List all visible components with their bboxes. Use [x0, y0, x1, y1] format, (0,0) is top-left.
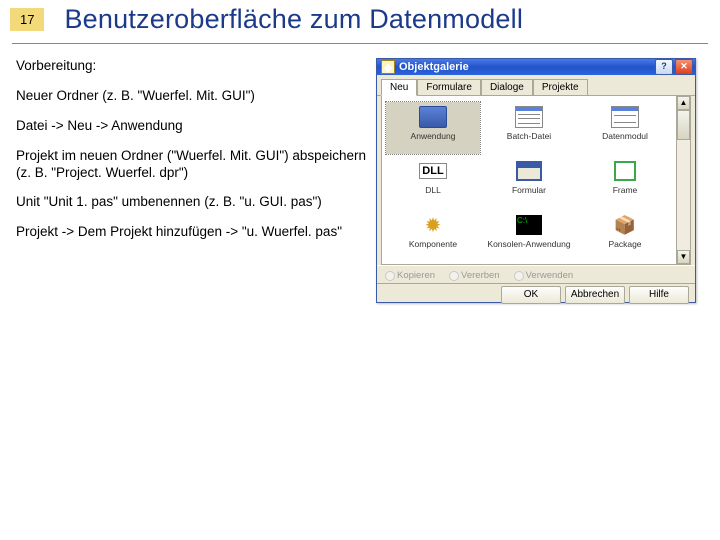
scroll-down-button[interactable]: ▼ — [677, 250, 690, 264]
tab-projekte[interactable]: Projekte — [533, 79, 588, 95]
step-5: Projekt -> Dem Projekt hinzufügen -> "u.… — [16, 224, 366, 241]
dialog-titlebar[interactable]: ◆ Objektgalerie ? ✕ — [377, 59, 695, 75]
app-icon: ◆ — [381, 60, 395, 74]
steps-column: Vorbereitung: Neuer Ordner (z. B. "Wuerf… — [16, 58, 366, 303]
gallery-item-anwendung[interactable]: Anwendung — [386, 102, 480, 154]
scroll-track[interactable] — [677, 140, 690, 250]
slide-header: 17 Benutzeroberfläche zum Datenmodell — [0, 0, 720, 43]
slide-title: Benutzeroberfläche zum Datenmodell — [64, 4, 523, 35]
tab-formulare[interactable]: Formulare — [417, 79, 481, 95]
dialog-button-row: OK Abbrechen Hilfe — [377, 283, 695, 310]
dll-icon: DLL — [418, 158, 448, 184]
frame-icon — [610, 158, 640, 184]
gallery-item-datenmodul[interactable]: Datenmodul — [578, 102, 672, 154]
gallery-scrollbar[interactable]: ▲ ▼ — [676, 96, 690, 264]
gallery-item-batch[interactable]: Batch-Datei — [482, 102, 576, 154]
tab-dialoge[interactable]: Dialoge — [481, 79, 533, 95]
data-module-icon — [610, 104, 640, 130]
scroll-thumb[interactable] — [677, 110, 690, 140]
gallery-grid: Anwendung Batch-Datei Datenmodul DLL DLL… — [382, 96, 676, 264]
steps-heading: Vorbereitung: — [16, 58, 366, 75]
gallery-item-package[interactable]: 📦 Package — [578, 210, 672, 262]
step-2: Datei -> Neu -> Anwendung — [16, 118, 366, 135]
radio-verwenden[interactable]: Verwenden — [514, 270, 574, 281]
object-gallery-dialog: ◆ Objektgalerie ? ✕ Neu Formulare Dialog… — [376, 58, 696, 303]
package-icon: 📦 — [610, 212, 640, 238]
gallery-item-frame[interactable]: Frame — [578, 156, 672, 208]
divider — [12, 43, 708, 44]
radio-kopieren[interactable]: Kopieren — [385, 270, 435, 281]
gallery-item-dll[interactable]: DLL DLL — [386, 156, 480, 208]
cancel-button[interactable]: Abbrechen — [565, 286, 625, 304]
gallery-item-komponente[interactable]: ✹ Komponente — [386, 210, 480, 262]
help-button[interactable]: Hilfe — [629, 286, 689, 304]
ok-button[interactable]: OK — [501, 286, 561, 304]
gallery-item-konsole[interactable]: C:\ Konsolen-Anwendung — [482, 210, 576, 262]
close-titlebar-button[interactable]: ✕ — [675, 59, 693, 75]
dialog-tabs: Neu Formulare Dialoge Projekte — [377, 75, 695, 96]
step-4: Unit "Unit 1. pas" umbenennen (z. B. "u.… — [16, 194, 366, 211]
content-area: Vorbereitung: Neuer Ordner (z. B. "Wuerf… — [0, 52, 720, 303]
gallery-area: Anwendung Batch-Datei Datenmodul DLL DLL… — [381, 96, 691, 265]
scroll-up-button[interactable]: ▲ — [677, 96, 690, 110]
dialog-title: Objektgalerie — [399, 61, 469, 73]
step-1: Neuer Ordner (z. B. "Wuerfel. Mit. GUI") — [16, 88, 366, 105]
radio-vererben[interactable]: Vererben — [449, 270, 500, 281]
help-titlebar-button[interactable]: ? — [655, 59, 673, 75]
application-icon — [418, 104, 448, 130]
slide-number-badge: 17 — [10, 8, 44, 31]
component-icon: ✹ — [418, 212, 448, 238]
console-icon: C:\ — [514, 212, 544, 238]
gallery-item-formular[interactable]: Formular — [482, 156, 576, 208]
batch-file-icon — [514, 104, 544, 130]
step-3: Projekt im neuen Ordner ("Wuerfel. Mit. … — [16, 148, 366, 182]
radio-row: Kopieren Vererben Verwenden — [377, 265, 695, 283]
tab-neu[interactable]: Neu — [381, 79, 417, 96]
form-icon — [514, 158, 544, 184]
